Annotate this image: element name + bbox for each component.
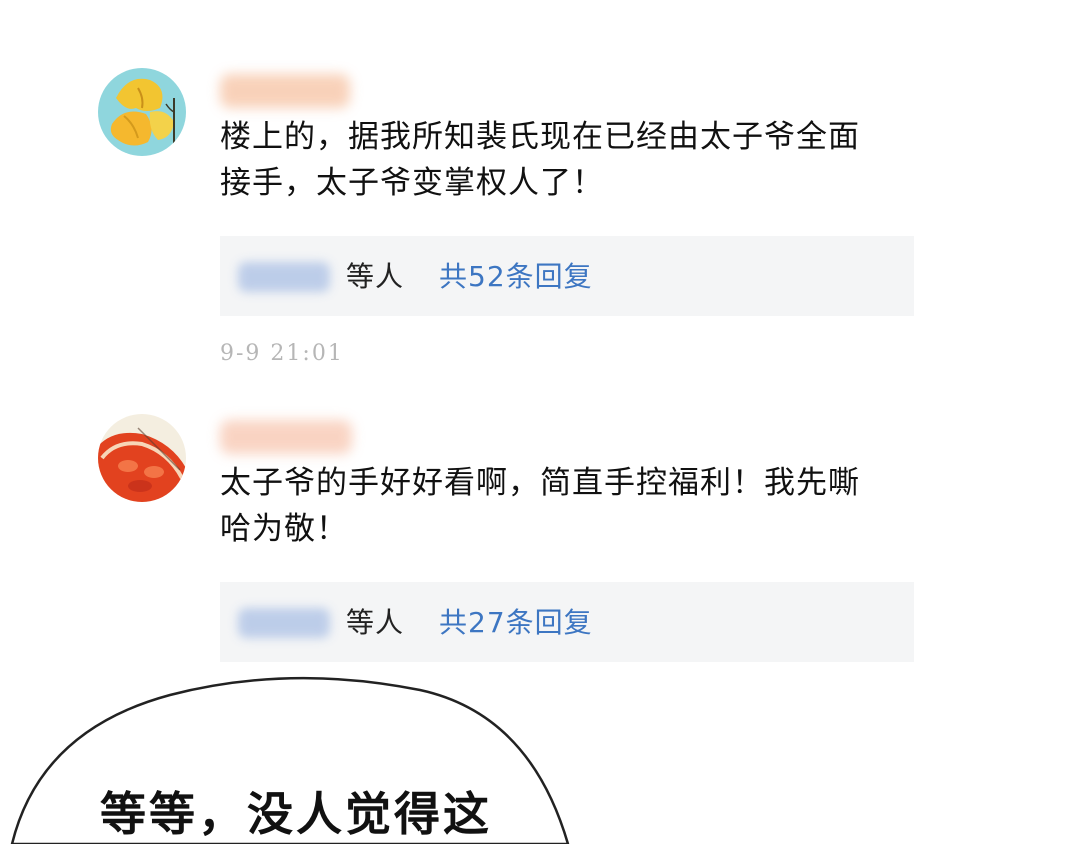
username-blurred[interactable] bbox=[220, 420, 352, 454]
reply-usernames-blurred bbox=[238, 608, 330, 638]
comment-text-line: 接手，太子爷变掌权人了！ bbox=[220, 165, 604, 201]
comment-text-line: 哈为敬！ bbox=[220, 511, 348, 547]
reply-suffix: 等人 bbox=[346, 260, 405, 293]
comment-timestamp: 9-9 21:02 bbox=[220, 688, 344, 713]
reply-summary-box[interactable]: 等人 共27条回复 bbox=[220, 582, 914, 662]
ginkgo-leaf-avatar-icon[interactable] bbox=[98, 68, 186, 156]
reply-suffix: 等人 bbox=[346, 606, 405, 639]
tomato-slice-avatar-icon[interactable] bbox=[98, 414, 186, 502]
comment-timestamp: 9-9 21:01 bbox=[220, 341, 344, 366]
reply-summary-box[interactable]: 等人 共52条回复 bbox=[220, 236, 914, 316]
username-blurred[interactable] bbox=[220, 74, 350, 108]
comment-text-line: 楼上的，据我所知裴氏现在已经由太子爷全面 bbox=[220, 119, 860, 155]
comment-feed: 楼上的，据我所知裴氏现在已经由太子爷全面 接手，太子爷变掌权人了！ 等人 共52… bbox=[0, 0, 1080, 844]
reply-count-link[interactable]: 共27条回复 bbox=[439, 601, 593, 641]
speech-bubble-text: 等等，没人觉得这 bbox=[100, 787, 492, 841]
comment-text: 太子爷的手好好看啊，简直手控福利！我先嘶 哈为敬！ bbox=[220, 460, 910, 552]
reply-count-link[interactable]: 共52条回复 bbox=[439, 255, 593, 295]
reply-usernames-blurred bbox=[238, 262, 330, 292]
comment-text: 楼上的，据我所知裴氏现在已经由太子爷全面 接手，太子爷变掌权人了！ bbox=[220, 114, 910, 206]
comment-text-line: 太子爷的手好好看啊，简直手控福利！我先嘶 bbox=[220, 465, 860, 501]
